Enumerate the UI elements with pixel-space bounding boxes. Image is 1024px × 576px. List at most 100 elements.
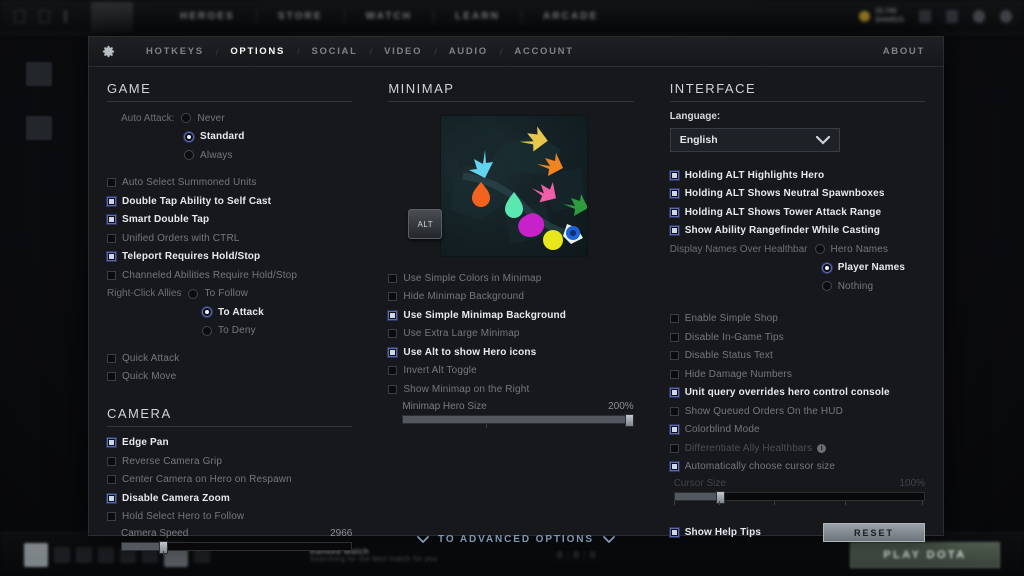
- checkbox-disable-in-game-tips[interactable]: [670, 333, 679, 342]
- nav-link-heroes[interactable]: HEROES: [159, 11, 256, 22]
- checkbox-quick-attack[interactable]: [107, 354, 116, 363]
- checkbox-row-edge-pan[interactable]: Edge Pan: [107, 436, 352, 450]
- home-icon[interactable]: [39, 10, 50, 23]
- checkbox-unified-orders-with-ctrl[interactable]: [107, 234, 116, 243]
- checkbox-use-extra-large-minimap[interactable]: [388, 329, 397, 338]
- tab-video[interactable]: VIDEO: [374, 37, 432, 67]
- avatar[interactable]: [973, 10, 985, 23]
- checkbox-row-simple-minimap-background[interactable]: Use Simple Minimap Background: [388, 308, 633, 322]
- checkbox-teleport-requires-hold-stop[interactable]: [107, 252, 116, 261]
- checkbox-edge-pan[interactable]: [107, 438, 116, 447]
- checkbox-row-alt-tower-attack-range[interactable]: Holding ALT Shows Tower Attack Range: [670, 205, 925, 219]
- checkbox-invert-alt-toggle[interactable]: [388, 366, 397, 375]
- tray-icon[interactable]: [54, 547, 70, 563]
- checkbox-center-camera-on-hero-on-respawn[interactable]: [107, 475, 116, 484]
- checkbox-disable-status-text[interactable]: [670, 351, 679, 360]
- checkbox-row-hold-select-hero[interactable]: Hold Select Hero to Follow: [107, 510, 352, 524]
- notifications-icon[interactable]: [1000, 10, 1012, 23]
- checkbox-show-queued-orders-on-the-hud[interactable]: [670, 407, 679, 416]
- display-names-option-hero[interactable]: Hero Names: [831, 244, 889, 255]
- nav-link-store[interactable]: STORE: [257, 11, 344, 22]
- auto-attack-option-always[interactable]: Always: [200, 150, 233, 161]
- radio-display-player-names[interactable]: [822, 263, 832, 273]
- checkbox-row-auto-cursor-size[interactable]: Automatically choose cursor size: [670, 460, 925, 474]
- auto-attack-option-standard[interactable]: Standard: [200, 131, 245, 142]
- minimap-hero-size-slider[interactable]: [402, 415, 633, 424]
- radio-right-click-to-follow[interactable]: [188, 289, 198, 299]
- checkbox-colorblind-mode[interactable]: [670, 425, 679, 434]
- checkbox-reverse-camera-grip[interactable]: [107, 457, 116, 466]
- checkbox-hide-minimap-background[interactable]: [388, 292, 397, 301]
- checkbox-row-unified-orders[interactable]: Unified Orders with CTRL: [107, 231, 352, 245]
- nav-link-learn[interactable]: LEARN: [434, 11, 521, 22]
- checkbox-row-auto-select-summoned[interactable]: Auto Select Summoned Units: [107, 176, 352, 190]
- radio-display-nothing[interactable]: [822, 281, 832, 291]
- back-icon[interactable]: [14, 10, 25, 23]
- gear-icon[interactable]: [101, 44, 116, 59]
- checkbox-holding-alt-highlights-hero[interactable]: [670, 171, 679, 180]
- tab-hotkeys[interactable]: HOTKEYS: [136, 37, 214, 67]
- checkbox-row-quick-attack[interactable]: Quick Attack: [107, 351, 352, 365]
- cursor-size-slider[interactable]: [674, 492, 925, 501]
- right-click-option-to-attack[interactable]: To Attack: [218, 307, 264, 318]
- checkbox-unit-query-overrides-hero-control-console[interactable]: [670, 388, 679, 397]
- checkbox-holding-alt-shows-tower-attack-range[interactable]: [670, 208, 679, 217]
- checkbox-channeled-abilities-require-hold-stop[interactable]: [107, 271, 116, 280]
- checkbox-row-ability-rangefinder[interactable]: Show Ability Rangefinder While Casting: [670, 224, 925, 238]
- settings-icon[interactable]: [919, 10, 931, 23]
- right-click-option-to-deny[interactable]: To Deny: [218, 325, 256, 336]
- friends-icon[interactable]: [946, 10, 958, 23]
- checkbox-disable-camera-zoom[interactable]: [107, 494, 116, 503]
- checkbox-use-simple-colors-in-minimap[interactable]: [388, 274, 397, 283]
- right-click-option-to-follow[interactable]: To Follow: [204, 288, 248, 299]
- checkbox-smart-double-tap[interactable]: [107, 215, 116, 224]
- display-names-option-player[interactable]: Player Names: [838, 262, 905, 273]
- checkbox-row-teleport-hold-stop[interactable]: Teleport Requires Hold/Stop: [107, 250, 352, 264]
- checkbox-show-ability-rangefinder-while-casting[interactable]: [670, 226, 679, 235]
- checkbox-double-tap-ability-to-self-cast[interactable]: [107, 197, 116, 206]
- checkbox-holding-alt-shows-neutral-spawnboxes[interactable]: [670, 189, 679, 198]
- checkbox-use-simple-minimap-background[interactable]: [388, 311, 397, 320]
- radio-auto-attack-always[interactable]: [184, 150, 194, 160]
- checkbox-row-disable-camera-zoom[interactable]: Disable Camera Zoom: [107, 491, 352, 505]
- checkbox-quick-move[interactable]: [107, 372, 116, 381]
- checkbox-row-minimap-on-right[interactable]: Show Minimap on the Right: [388, 382, 633, 396]
- advanced-options-link[interactable]: TO ADVANCED OPTIONS: [89, 534, 943, 545]
- checkbox-row-hide-damage-numbers[interactable]: Hide Damage Numbers: [670, 367, 925, 381]
- display-names-option-nothing[interactable]: Nothing: [838, 281, 874, 292]
- checkbox-enable-simple-shop[interactable]: [670, 314, 679, 323]
- radio-auto-attack-standard[interactable]: [184, 132, 194, 142]
- radio-auto-attack-never[interactable]: [181, 113, 191, 123]
- nav-link-watch[interactable]: WATCH: [345, 11, 433, 22]
- checkbox-automatically-choose-cursor-size[interactable]: [670, 462, 679, 471]
- checkbox-row-invert-alt-toggle[interactable]: Invert Alt Toggle: [388, 364, 633, 378]
- checkbox-row-extra-large-minimap[interactable]: Use Extra Large Minimap: [388, 327, 633, 341]
- checkbox-row-reverse-camera-grip[interactable]: Reverse Camera Grip: [107, 454, 352, 468]
- tab-social[interactable]: SOCIAL: [302, 37, 368, 67]
- radio-right-click-to-deny[interactable]: [202, 326, 212, 336]
- checkbox-row-show-queued-orders[interactable]: Show Queued Orders On the HUD: [670, 404, 925, 418]
- checkbox-auto-select-summoned-units[interactable]: [107, 178, 116, 187]
- currency-display[interactable]: 15,749 SHARDS: [859, 8, 904, 26]
- checkbox-hide-damage-numbers[interactable]: [670, 370, 679, 379]
- auto-attack-option-never[interactable]: Never: [197, 113, 224, 124]
- checkbox-row-smart-double-tap[interactable]: Smart Double Tap: [107, 213, 352, 227]
- radio-right-click-to-attack[interactable]: [202, 307, 212, 317]
- tab-account[interactable]: ACCOUNT: [504, 37, 583, 67]
- checkbox-row-quick-move[interactable]: Quick Move: [107, 370, 352, 384]
- checkbox-row-disable-in-game-tips[interactable]: Disable In-Game Tips: [670, 330, 925, 344]
- checkbox-row-simple-colors[interactable]: Use Simple Colors in Minimap: [388, 271, 633, 285]
- checkbox-row-alt-highlights-hero[interactable]: Holding ALT Highlights Hero: [670, 168, 925, 182]
- checkbox-row-channeled-hold-stop[interactable]: Channeled Abilities Require Hold/Stop: [107, 268, 352, 282]
- checkbox-row-disable-status-text[interactable]: Disable Status Text: [670, 349, 925, 363]
- checkbox-row-unit-query-overrides[interactable]: Unit query overrides hero control consol…: [670, 386, 925, 400]
- checkbox-use-alt-to-show-hero-icons[interactable]: [388, 348, 397, 357]
- nav-link-arcade[interactable]: ARCADE: [522, 11, 619, 22]
- about-link[interactable]: ABOUT: [883, 46, 931, 57]
- checkbox-row-double-tap-self-cast[interactable]: Double Tap Ability to Self Cast: [107, 194, 352, 208]
- info-icon[interactable]: i: [817, 444, 826, 453]
- language-dropdown[interactable]: English: [670, 128, 840, 152]
- tray-profile-icon[interactable]: [24, 543, 48, 567]
- tab-options[interactable]: OPTIONS: [220, 37, 295, 67]
- checkbox-row-hide-minimap-background[interactable]: Hide Minimap Background: [388, 290, 633, 304]
